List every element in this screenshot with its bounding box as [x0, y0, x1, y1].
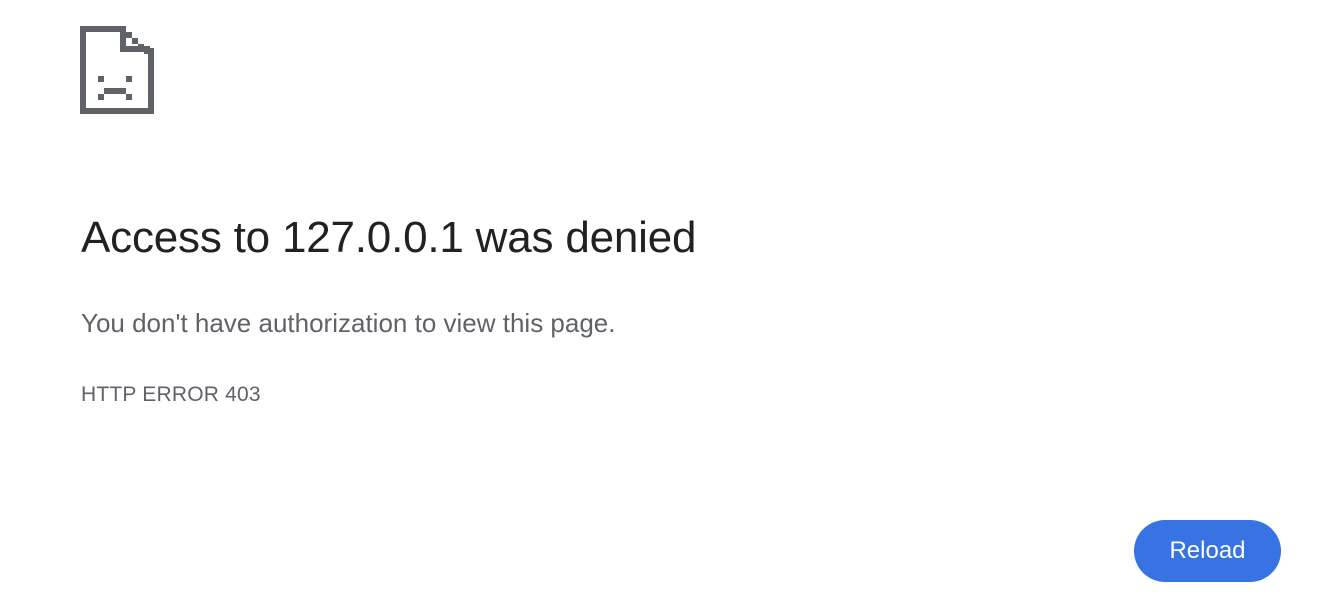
page-title: Access to 127.0.0.1 was denied — [81, 213, 697, 262]
error-message: You don't have authorization to view thi… — [81, 308, 616, 338]
error-page: Access to 127.0.0.1 was denied You don't… — [0, 0, 1318, 614]
error-code: HTTP ERROR 403 — [81, 383, 261, 406]
reload-button[interactable]: Reload — [1134, 520, 1281, 582]
sad-file-icon — [80, 26, 154, 114]
